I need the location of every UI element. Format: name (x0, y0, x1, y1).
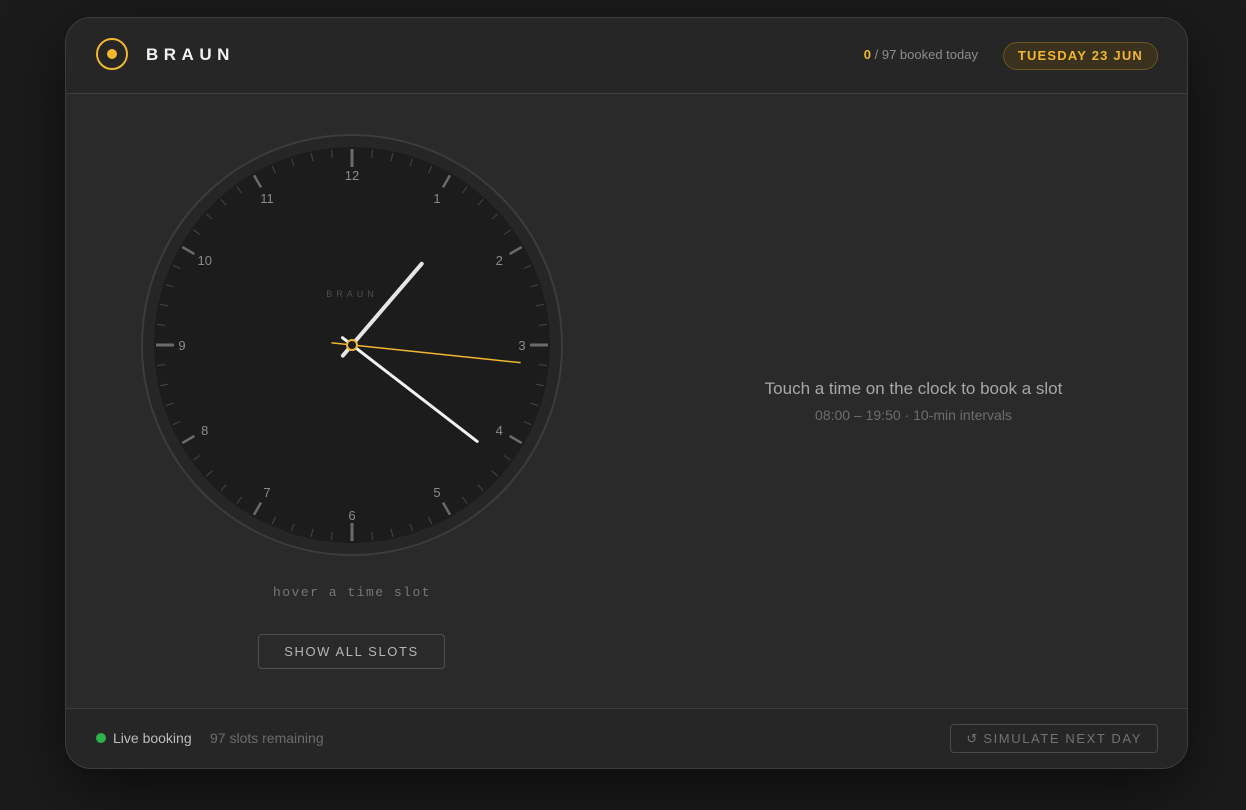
clock-numeral-4[interactable]: 4 (496, 423, 503, 438)
brand-name: BRAUN (146, 45, 235, 64)
booked-total: / 97 booked today (871, 47, 978, 62)
simulate-label: SIMULATE NEXT DAY (983, 731, 1142, 746)
footer: Live booking 97 slots remaining ↺ SIMULAT… (66, 708, 1187, 768)
clock-numeral-11[interactable]: 11 (260, 191, 274, 206)
header: BRAUN 0 / 97 booked today TUESDAY 23 JUN (66, 18, 1187, 94)
clock-numeral-1[interactable]: 1 (433, 191, 440, 206)
clock-numeral-8[interactable]: 8 (201, 423, 208, 438)
clock-numeral-12[interactable]: 12 (345, 168, 359, 183)
booked-count-text: 0 / 97 booked today (864, 47, 978, 63)
live-status-label: Live booking (113, 730, 192, 746)
refresh-icon: ↺ (966, 731, 978, 746)
live-status-dot (96, 733, 106, 743)
clock-numeral-5[interactable]: 5 (433, 485, 440, 500)
slots-remaining: 97 slots remaining (210, 730, 324, 746)
clock-brand: BRAUN (326, 289, 378, 299)
booked-count: 0 (863, 47, 872, 62)
logo-icon (96, 38, 128, 70)
hover-hint: hover a time slot (272, 585, 432, 600)
clock-numeral-9[interactable]: 9 (178, 338, 185, 353)
clock-numeral-7[interactable]: 7 (263, 485, 270, 500)
logo-dot (107, 49, 117, 59)
clock-numeral-6[interactable]: 6 (348, 508, 355, 523)
clock-numeral-2[interactable]: 2 (496, 253, 503, 268)
simulate-next-day-button[interactable]: ↺ SIMULATE NEXT DAY (950, 724, 1158, 753)
clock-numeral-3[interactable]: 3 (518, 338, 525, 353)
show-all-slots-button[interactable]: SHOW ALL SLOTS (258, 634, 445, 669)
clock-center-cap (346, 339, 358, 351)
booking-app-window: BRAUN 0 / 97 booked today TUESDAY 23 JUN… (65, 17, 1188, 769)
clock-numeral-10[interactable]: 10 (198, 253, 212, 268)
prompt-title: Touch a time on the clock to book a slot (764, 379, 1063, 398)
date-badge: TUESDAY 23 JUN (1002, 42, 1158, 70)
booking-prompt: Touch a time on the clock to book a slot… (626, 378, 1187, 424)
clock-face[interactable]: 121234567891011 BRAUN (141, 134, 563, 556)
prompt-subtitle: 08:00 – 19:50 · 10-min intervals (815, 407, 1012, 423)
